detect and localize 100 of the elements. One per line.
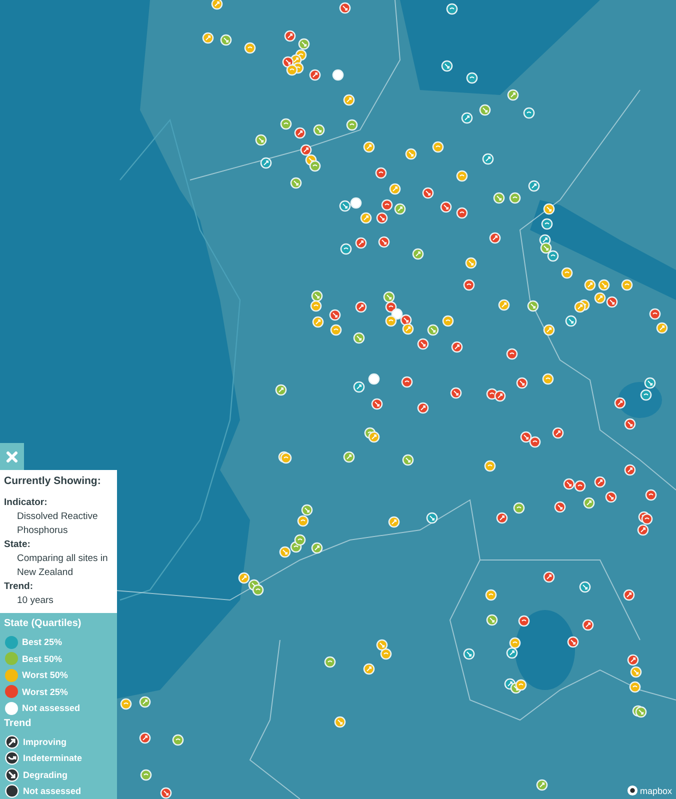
- site-marker[interactable]: [284, 30, 296, 42]
- site-marker[interactable]: [422, 187, 434, 199]
- site-marker[interactable]: [518, 615, 530, 627]
- site-marker[interactable]: [172, 734, 184, 746]
- site-marker[interactable]: [584, 279, 596, 291]
- site-marker[interactable]: [541, 218, 553, 230]
- site-marker[interactable]: [417, 338, 429, 350]
- site-marker[interactable]: [498, 299, 510, 311]
- site-marker[interactable]: [640, 389, 652, 401]
- site-marker[interactable]: [220, 34, 232, 46]
- site-marker[interactable]: [543, 571, 555, 583]
- site-marker[interactable]: [516, 377, 528, 389]
- site-marker[interactable]: [309, 160, 321, 172]
- site-marker[interactable]: [450, 387, 462, 399]
- site-marker[interactable]: [120, 698, 132, 710]
- site-marker[interactable]: [486, 614, 498, 626]
- site-marker[interactable]: [507, 89, 519, 101]
- site-marker[interactable]: [391, 308, 403, 320]
- site-marker[interactable]: [479, 104, 491, 116]
- site-marker[interactable]: [489, 232, 501, 244]
- site-marker[interactable]: [605, 491, 617, 503]
- site-marker[interactable]: [506, 647, 518, 659]
- site-marker[interactable]: [334, 716, 346, 728]
- site-marker[interactable]: [313, 124, 325, 136]
- site-marker[interactable]: [465, 257, 477, 269]
- site-marker[interactable]: [311, 290, 323, 302]
- site-marker[interactable]: [624, 464, 636, 476]
- site-marker[interactable]: [641, 513, 653, 525]
- site-marker[interactable]: [574, 480, 586, 492]
- site-marker[interactable]: [540, 242, 552, 254]
- site-marker[interactable]: [644, 377, 656, 389]
- site-marker[interactable]: [405, 148, 417, 160]
- site-marker[interactable]: [482, 153, 494, 165]
- site-marker[interactable]: [329, 309, 341, 321]
- site-marker[interactable]: [332, 69, 344, 81]
- site-marker[interactable]: [629, 681, 641, 693]
- site-marker[interactable]: [298, 38, 310, 50]
- site-marker[interactable]: [547, 250, 559, 262]
- site-marker[interactable]: [461, 112, 473, 124]
- site-marker[interactable]: [561, 267, 573, 279]
- site-marker[interactable]: [637, 524, 649, 536]
- site-marker[interactable]: [353, 381, 365, 393]
- site-marker[interactable]: [624, 418, 636, 430]
- site-marker[interactable]: [623, 589, 635, 601]
- site-marker[interactable]: [385, 315, 397, 327]
- site-marker[interactable]: [260, 157, 272, 169]
- site-marker[interactable]: [536, 779, 548, 791]
- site-marker[interactable]: [441, 60, 453, 72]
- site-marker[interactable]: [606, 296, 618, 308]
- site-marker[interactable]: [509, 192, 521, 204]
- site-marker[interactable]: [579, 581, 591, 593]
- site-marker[interactable]: [565, 315, 577, 327]
- site-marker[interactable]: [656, 322, 668, 334]
- site-marker[interactable]: [279, 546, 291, 558]
- site-marker[interactable]: [363, 663, 375, 675]
- site-marker[interactable]: [494, 390, 506, 402]
- site-marker[interactable]: [529, 436, 541, 448]
- site-marker[interactable]: [582, 619, 594, 631]
- site-marker[interactable]: [466, 72, 478, 84]
- site-marker[interactable]: [380, 648, 392, 660]
- site-marker[interactable]: [402, 454, 414, 466]
- site-marker[interactable]: [294, 127, 306, 139]
- site-marker[interactable]: [594, 476, 606, 488]
- site-marker[interactable]: [523, 107, 535, 119]
- site-marker[interactable]: [140, 769, 152, 781]
- site-marker[interactable]: [381, 199, 393, 211]
- site-marker[interactable]: [506, 348, 518, 360]
- site-marker[interactable]: [371, 398, 383, 410]
- site-marker[interactable]: [383, 291, 395, 303]
- site-marker[interactable]: [583, 497, 595, 509]
- site-marker[interactable]: [139, 696, 151, 708]
- site-marker[interactable]: [376, 212, 388, 224]
- site-marker[interactable]: [353, 332, 365, 344]
- site-marker[interactable]: [255, 134, 267, 146]
- site-marker[interactable]: [635, 706, 647, 718]
- site-marker[interactable]: [350, 197, 362, 209]
- site-marker[interactable]: [645, 489, 657, 501]
- site-marker[interactable]: [594, 292, 606, 304]
- site-marker[interactable]: [463, 648, 475, 660]
- site-marker[interactable]: [451, 341, 463, 353]
- site-marker[interactable]: [238, 572, 250, 584]
- site-marker[interactable]: [563, 478, 575, 490]
- site-marker[interactable]: [211, 0, 223, 10]
- site-marker[interactable]: [456, 207, 468, 219]
- site-marker[interactable]: [202, 32, 214, 44]
- site-marker[interactable]: [627, 654, 639, 666]
- site-marker[interactable]: [252, 584, 264, 596]
- site-marker[interactable]: [552, 427, 564, 439]
- site-marker[interactable]: [389, 183, 401, 195]
- site-marker[interactable]: [368, 373, 380, 385]
- site-marker[interactable]: [432, 141, 444, 153]
- site-marker[interactable]: [300, 144, 312, 156]
- site-marker[interactable]: [401, 376, 413, 388]
- site-marker[interactable]: [543, 324, 555, 336]
- site-marker[interactable]: [297, 515, 309, 527]
- site-marker[interactable]: [275, 384, 287, 396]
- site-marker[interactable]: [286, 64, 298, 76]
- site-marker[interactable]: [290, 177, 302, 189]
- site-marker[interactable]: [442, 315, 454, 327]
- site-marker[interactable]: [375, 167, 387, 179]
